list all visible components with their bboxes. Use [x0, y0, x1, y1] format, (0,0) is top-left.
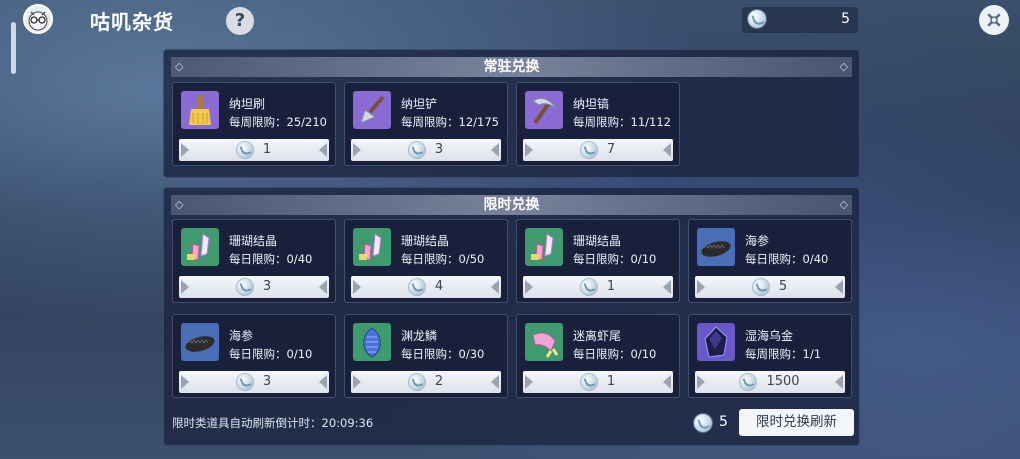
top-bar: 咕叽杂货 ? 5: [0, 0, 1020, 40]
item-name: 珊瑚结晶: [573, 234, 622, 248]
coral-crystal-icon: [525, 228, 563, 266]
shrimp-tail-icon: [525, 323, 563, 361]
price-button[interactable]: 5: [695, 276, 845, 298]
price-value: 1: [606, 279, 616, 294]
refresh-cost: 5: [719, 414, 728, 430]
shop-item-card[interactable]: 珊瑚结晶每日限购：0/40 3: [172, 219, 336, 303]
item-name: 迷离虾尾: [573, 329, 622, 343]
limited-refresh-button[interactable]: 限时兑换刷新: [739, 409, 854, 436]
purchase-limit: 每日限购：0/10: [573, 252, 657, 266]
shop-item-card[interactable]: 珊瑚结晶每日限购：0/50 4: [344, 219, 508, 303]
shop-item-card[interactable]: 渊龙鳞每日限购：0/30 2: [344, 314, 508, 398]
price-value: 1: [262, 142, 272, 157]
price-value: 7: [606, 142, 616, 157]
purchase-limit: 每日限购：0/50: [401, 252, 485, 266]
shovel-icon: [353, 91, 391, 129]
price-value: 3: [262, 374, 272, 389]
coral-crystal-icon: [181, 228, 219, 266]
dragon-scale-icon: [353, 323, 391, 361]
shell-coin-icon: [752, 278, 769, 295]
brush-icon: [181, 91, 219, 129]
sea-cucumber-icon: [697, 228, 735, 266]
shell-coin-icon: [408, 141, 425, 158]
item-name: 纳坦镐: [573, 97, 610, 111]
purchase-limit: 每周限购：12/175: [401, 115, 499, 129]
section-title: 限时兑换: [171, 195, 852, 215]
price-value: 4: [434, 279, 444, 294]
limited-exchange-section: 限时兑换 珊瑚结晶每日限购：0/403珊瑚结晶每日限购：0/504珊瑚结晶每日限…: [163, 187, 860, 446]
price-button[interactable]: 1: [523, 276, 673, 298]
shop-item-card[interactable]: 珊瑚结晶每日限购：0/10 1: [516, 219, 680, 303]
shell-coin-icon: [236, 373, 253, 390]
price-button[interactable]: 4: [351, 276, 501, 298]
item-name: 湿海乌金: [745, 329, 794, 343]
refresh-countdown: 限时类道具自动刷新倒计时：20:09:36: [172, 416, 374, 430]
item-name: 纳坦铲: [401, 97, 438, 111]
dark-ore-icon: [697, 323, 735, 361]
currency-amount: 5: [841, 11, 850, 27]
purchase-limit: 每日限购：0/40: [229, 252, 313, 266]
page-title: 咕叽杂货: [90, 10, 174, 34]
price-button[interactable]: 1: [523, 371, 673, 393]
shell-coin-icon: [580, 141, 597, 158]
shop-item-card[interactable]: 湿海乌金每周限购：1/1 1500: [688, 314, 852, 398]
shell-coin-icon: [408, 278, 425, 295]
help-button[interactable]: ?: [226, 7, 254, 35]
shell-coin-icon: [748, 10, 766, 28]
price-button[interactable]: 3: [351, 139, 501, 161]
price-button[interactable]: 1500: [695, 371, 845, 393]
shell-coin-icon: [236, 278, 253, 295]
shop-item-card[interactable]: 纳坦镐每周限购：11/112 7: [516, 82, 680, 166]
shop-keeper-avatar: [23, 4, 53, 34]
coral-crystal-icon: [353, 228, 391, 266]
shell-coin-icon: [740, 373, 757, 390]
shell-coin-icon: [580, 278, 597, 295]
price-value: 5: [778, 279, 788, 294]
shop-item-card[interactable]: 迷离虾尾每日限购：0/10 1: [516, 314, 680, 398]
item-name: 渊龙鳞: [401, 329, 438, 343]
shell-coin-icon: [580, 373, 597, 390]
shell-coin-icon: [408, 373, 425, 390]
item-name: 珊瑚结晶: [401, 234, 450, 248]
side-scrollbar[interactable]: [11, 22, 16, 74]
price-button[interactable]: 3: [179, 371, 329, 393]
shop-item-card[interactable]: 纳坦铲每周限购：12/175 3: [344, 82, 508, 166]
price-button[interactable]: 3: [179, 276, 329, 298]
item-name: 海参: [745, 234, 770, 248]
shell-coin-icon: [236, 141, 253, 158]
purchase-limit: 每日限购：0/10: [229, 347, 313, 361]
item-name: 纳坦刷: [229, 97, 266, 111]
price-button[interactable]: 2: [351, 371, 501, 393]
shop-item-card[interactable]: 海参每日限购：0/40 5: [688, 219, 852, 303]
purchase-limit: 每周限购：25/210: [229, 115, 327, 129]
close-icon: [987, 13, 1001, 27]
item-name: 珊瑚结晶: [229, 234, 278, 248]
shop-item-card[interactable]: 纳坦刷每周限购：25/210 1: [172, 82, 336, 166]
shell-coin-icon: [694, 414, 712, 432]
shop-item-card[interactable]: 海参每日限购：0/10 3: [172, 314, 336, 398]
price-value: 2: [434, 374, 444, 389]
sea-cucumber-icon: [181, 323, 219, 361]
price-button[interactable]: 1: [179, 139, 329, 161]
section-title: 常驻兑换: [171, 57, 852, 77]
close-button[interactable]: [979, 5, 1009, 35]
purchase-limit: 每周限购：1/1: [745, 347, 822, 361]
purchase-limit: 每日限购：0/40: [745, 252, 829, 266]
price-value: 1500: [766, 374, 800, 389]
pickaxe-icon: [525, 91, 563, 129]
price-button[interactable]: 7: [523, 139, 673, 161]
price-value: 3: [434, 142, 444, 157]
currency-display: 5: [742, 7, 858, 33]
purchase-limit: 每日限购：0/10: [573, 347, 657, 361]
purchase-limit: 每日限购：0/30: [401, 347, 485, 361]
purchase-limit: 每周限购：11/112: [573, 115, 671, 129]
price-value: 1: [606, 374, 616, 389]
permanent-exchange-section: 常驻兑换 纳坦刷每周限购：25/210 1 纳坦铲每周限购：12/175 3 纳坦镐每周…: [163, 49, 860, 178]
item-name: 海参: [229, 329, 254, 343]
price-value: 3: [262, 279, 272, 294]
